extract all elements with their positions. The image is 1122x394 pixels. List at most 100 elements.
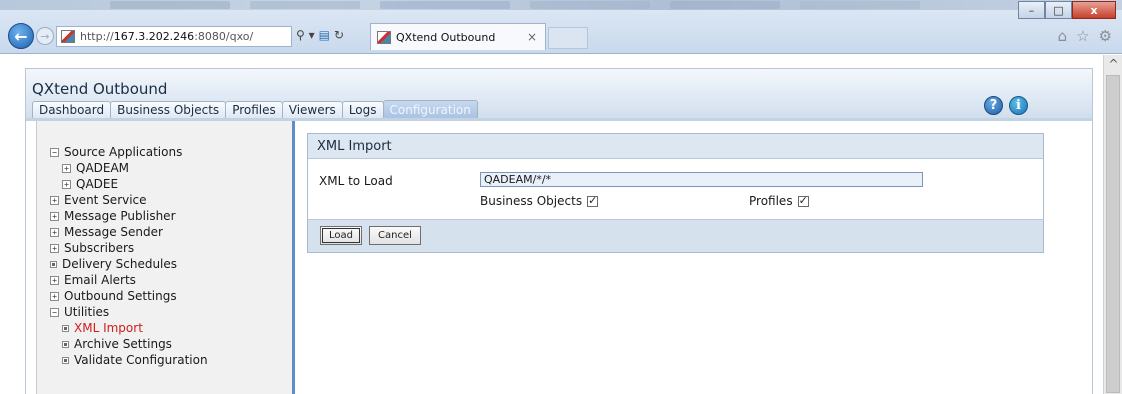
expand-icon[interactable]: +	[50, 291, 59, 301]
collapse-icon[interactable]: −	[50, 307, 59, 317]
business-objects-label: Business Objects	[480, 194, 583, 208]
tree-item-validate-configuration[interactable]: Validate Configuration	[50, 352, 208, 368]
tree-item-qadeam[interactable]: + QADEAM	[50, 160, 208, 176]
tree-item-label: Email Alerts	[64, 273, 136, 287]
expand-icon[interactable]: +	[50, 211, 59, 221]
xml-to-load-input[interactable]	[480, 172, 923, 187]
tab-dashboard[interactable]: Dashboard	[32, 101, 112, 118]
profiles-option: Profiles	[749, 194, 809, 208]
load-button[interactable]: Load	[320, 226, 362, 245]
compatibility-view-icon[interactable]: ▤	[319, 28, 330, 42]
cancel-button[interactable]: Cancel	[369, 226, 421, 245]
refresh-icon[interactable]: ↻	[334, 28, 344, 42]
tree-item-label: Event Service	[64, 193, 147, 207]
tree-item-archive-settings[interactable]: Archive Settings	[50, 336, 208, 352]
address-bar[interactable]: http://167.3.202.246:8080/qxo/	[56, 26, 292, 47]
favorites-star-icon[interactable]: ☆	[1076, 27, 1089, 45]
expand-icon[interactable]: +	[62, 163, 71, 173]
new-tab-button[interactable]	[548, 27, 588, 49]
info-icon[interactable]: i	[1009, 96, 1028, 115]
tree-item-message-sender[interactable]: + Message Sender	[50, 224, 208, 240]
maximize-button[interactable]: □	[1045, 1, 1072, 19]
scroll-up-icon[interactable]: ^	[1104, 55, 1122, 72]
settings-gear-icon[interactable]: ⚙	[1099, 27, 1112, 45]
xml-to-load-label: XML to Load	[319, 174, 393, 188]
tree-item-utilities[interactable]: − Utilities	[50, 304, 208, 320]
blurred-tab[interactable]	[800, 1, 920, 9]
tree-item-label: Message Publisher	[64, 209, 176, 223]
profiles-checkbox[interactable]	[797, 194, 809, 207]
navigation-row: ← → http://167.3.202.246:8080/qxo/ ⚲ ▾ ▤…	[0, 23, 1122, 53]
window-controls: – □ x	[1018, 1, 1116, 19]
expand-icon[interactable]: +	[50, 195, 59, 205]
back-button[interactable]: ←	[8, 23, 34, 49]
tree-item-label: Validate Configuration	[74, 353, 208, 367]
panel-footer: Load Cancel	[308, 219, 1043, 252]
tree-item-label: Subscribers	[64, 241, 135, 255]
tree-item-label: Delivery Schedules	[62, 257, 178, 271]
home-icon[interactable]: ⌂	[1058, 27, 1068, 45]
tree-item-email-alerts[interactable]: + Email Alerts	[50, 272, 208, 288]
arrow-right-icon: →	[40, 29, 50, 43]
tree-item-event-service[interactable]: + Event Service	[50, 192, 208, 208]
tree-item-qadee[interactable]: + QADEE	[50, 176, 208, 192]
tab-logs[interactable]: Logs	[341, 101, 384, 118]
tree-item-xml-import[interactable]: XML Import	[50, 320, 208, 336]
config-tree: − Source Applications + QADEAM + QADEE +…	[50, 144, 208, 368]
expand-icon[interactable]: +	[50, 227, 59, 237]
scroll-thumb[interactable]	[1106, 75, 1120, 393]
blurred-tab[interactable]	[530, 1, 650, 9]
xml-import-panel: XML Import XML to Load Business Objects …	[307, 133, 1044, 253]
tree-item-label: Utilities	[64, 305, 110, 319]
tree-item-label: Message Sender	[64, 225, 163, 239]
blurred-tab[interactable]	[380, 1, 510, 9]
browser-tab-title: QXtend Outbound	[396, 30, 496, 44]
tree-item-label: Source Applications	[64, 145, 183, 159]
business-objects-checkbox[interactable]	[587, 194, 599, 207]
sidebar: − Source Applications + QADEAM + QADEE +…	[36, 121, 295, 394]
tab-business-objects[interactable]: Business Objects	[110, 101, 227, 118]
panel-body: XML to Load Business Objects Profiles	[308, 159, 1043, 219]
tab-configuration[interactable]: Configuration	[382, 100, 478, 118]
vertical-scrollbar[interactable]: ^	[1103, 55, 1122, 394]
address-prefix: http://	[80, 30, 114, 43]
close-window-button[interactable]: x	[1072, 1, 1116, 19]
tree-item-source-applications[interactable]: − Source Applications	[50, 144, 208, 160]
tree-item-outbound-settings[interactable]: + Outbound Settings	[50, 288, 208, 304]
leaf-bullet-icon	[62, 340, 69, 348]
panel-title: XML Import	[308, 134, 1043, 159]
app-header: QXtend Outbound Dashboard Business Objec…	[26, 69, 1092, 120]
page-favicon-icon	[61, 30, 75, 43]
tree-item-message-publisher[interactable]: + Message Publisher	[50, 208, 208, 224]
blurred-tab[interactable]	[110, 1, 230, 9]
blurred-tab[interactable]	[250, 1, 360, 9]
browser-tab-active[interactable]: QXtend Outbound ×	[370, 23, 546, 50]
tree-item-label: QADEAM	[76, 161, 130, 175]
address-tools: ⚲ ▾ ▤ ↻	[296, 28, 344, 42]
tree-item-subscribers[interactable]: + Subscribers	[50, 240, 208, 256]
tab-close-icon[interactable]: ×	[527, 30, 537, 44]
blurred-tab-strip	[0, 0, 1122, 10]
app-frame: QXtend Outbound Dashboard Business Objec…	[25, 68, 1093, 394]
collapse-icon[interactable]: −	[50, 147, 59, 157]
blurred-tab[interactable]	[670, 1, 780, 9]
leaf-bullet-icon	[62, 356, 69, 364]
leaf-bullet-icon	[62, 324, 69, 332]
minimize-button[interactable]: –	[1018, 1, 1045, 19]
business-objects-option: Business Objects	[480, 194, 599, 208]
search-dropdown-icon[interactable]: ⚲ ▾	[296, 28, 315, 42]
expand-icon[interactable]: +	[50, 243, 59, 253]
tab-viewers[interactable]: Viewers	[281, 101, 343, 118]
tree-item-label: QADEE	[76, 177, 119, 191]
tab-favicon-icon	[377, 30, 391, 44]
profiles-label: Profiles	[749, 194, 793, 208]
help-icon[interactable]: ?	[984, 96, 1003, 115]
tree-item-label: Archive Settings	[74, 337, 172, 351]
tree-item-delivery-schedules[interactable]: Delivery Schedules	[50, 256, 208, 272]
forward-button[interactable]: →	[36, 27, 54, 45]
tab-profiles[interactable]: Profiles	[225, 101, 283, 118]
expand-icon[interactable]: +	[62, 179, 71, 189]
expand-icon[interactable]: +	[50, 275, 59, 285]
leaf-bullet-icon	[50, 260, 57, 268]
app-tabs: Dashboard Business Objects Profiles View…	[32, 100, 478, 118]
